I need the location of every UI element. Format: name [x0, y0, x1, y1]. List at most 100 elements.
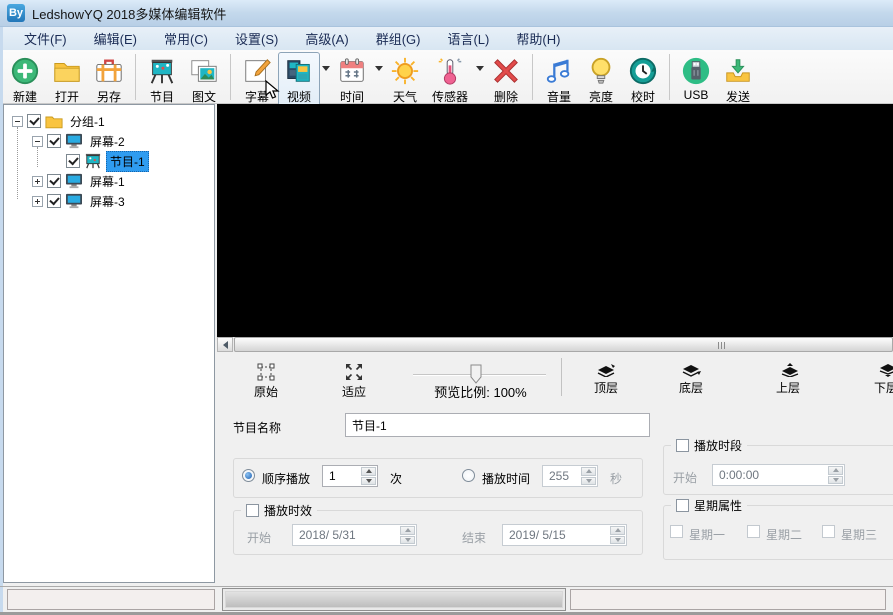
tree-item-label[interactable]: 屏幕-2 [87, 132, 128, 151]
menu-advanced[interactable]: 高级(A) [299, 27, 354, 50]
weekday-checkbox[interactable] [676, 499, 689, 512]
menu-help[interactable]: 帮助(H) [510, 27, 566, 50]
screen-checkbox[interactable] [47, 194, 61, 208]
screen-checkbox[interactable] [47, 134, 61, 148]
top-layer-button[interactable]: 顶层 [578, 362, 634, 396]
screen-checkbox[interactable] [47, 174, 61, 188]
tree-item-screen3[interactable]: 屏幕-3 [32, 192, 128, 210]
program-name-input[interactable] [345, 413, 650, 437]
led-preview-canvas[interactable] [217, 104, 893, 337]
toolbar-volume-button[interactable]: 音量 [538, 52, 580, 107]
sun-weather-icon [390, 55, 420, 87]
toolbar-weather-button[interactable]: 天气 [384, 52, 426, 107]
layer-stack-icon [595, 362, 617, 377]
new-plus-icon [10, 55, 40, 87]
toolbar-brightness-button[interactable]: 亮度 [580, 52, 622, 107]
spin-up-button [400, 526, 415, 535]
tree-item-program1[interactable]: 节目-1 [66, 152, 149, 170]
scrollbar-grip-icon [718, 342, 725, 349]
tree-item-label[interactable]: 屏幕-1 [87, 172, 128, 191]
send-tray-icon [723, 55, 753, 87]
layer-stack-icon [680, 362, 702, 377]
toolbar-label: 音量 [547, 88, 571, 105]
collapse-icon[interactable] [32, 136, 43, 147]
fit-screen-label: 适应 [342, 383, 366, 400]
validity-start-date-spinner: 2018/ 5/31 [292, 524, 417, 546]
spin-down-button[interactable] [361, 477, 376, 486]
monday-checkbox [670, 525, 683, 538]
menu-settings[interactable]: 设置(S) [229, 27, 284, 50]
toolbar-imagetext-button[interactable]: 图文 [183, 52, 225, 107]
period-checkbox[interactable] [676, 439, 689, 452]
toolbar-time-button[interactable]: 时间 [331, 52, 373, 107]
tree-item-label[interactable]: 分组-1 [67, 112, 108, 131]
validity-title: 播放时效 [264, 502, 312, 519]
toolbar-usb-button[interactable]: USB [675, 52, 717, 104]
monitor-icon [65, 193, 83, 209]
toolbar-video-button[interactable]: 视频 [278, 52, 320, 107]
toolbar-saveas-button[interactable]: 另存 [88, 52, 130, 107]
menu-group[interactable]: 群组(G) [370, 27, 427, 50]
validity-checkbox[interactable] [246, 504, 259, 517]
window-title: LedshowYQ 2018多媒体编辑软件 [32, 4, 226, 23]
toolbar-label: 打开 [55, 88, 79, 105]
program-checkbox[interactable] [66, 154, 80, 168]
control-divider [561, 358, 562, 396]
toolbar-send-button[interactable]: 发送 [717, 52, 759, 107]
group-checkbox[interactable] [27, 114, 41, 128]
toolbar-program-button[interactable]: 节目 [141, 52, 183, 107]
tree-item-screen2[interactable]: 屏幕-2 [32, 132, 128, 150]
sequence-count-value: 1 [329, 469, 336, 483]
bulb-icon [586, 55, 616, 87]
scroll-left-button[interactable] [217, 337, 233, 352]
toolbar-open-button[interactable]: 打开 [46, 52, 88, 107]
image-text-icon [189, 55, 219, 87]
preview-horizontal-scrollbar[interactable] [217, 337, 893, 352]
video-dropdown-arrow-icon[interactable] [322, 66, 330, 75]
usb-icon [681, 55, 711, 87]
play-time-radio[interactable] [462, 469, 475, 482]
menu-edit[interactable]: 编辑(E) [88, 27, 143, 50]
tree-item-group[interactable]: 分组-1 [12, 112, 108, 130]
fit-expand-icon [345, 363, 363, 381]
screen-tree-panel: 分组-1 屏幕-2 节目-1 屏幕-1 屏幕-3 [3, 104, 215, 583]
tree-item-label-selected[interactable]: 节目-1 [106, 151, 149, 172]
lower-layer-button[interactable]: 下层 [858, 362, 893, 396]
wednesday-label: 星期三 [841, 526, 877, 543]
toolbar-label: 新建 [13, 88, 37, 105]
sequence-count-spinner[interactable]: 1 [322, 465, 378, 487]
toolbar-label: 图文 [192, 88, 216, 105]
statusbar-divider [0, 586, 893, 587]
upper-layer-button[interactable]: 上层 [760, 362, 816, 396]
tree-connector [17, 127, 18, 199]
toolbar-new-button[interactable]: 新建 [4, 52, 46, 107]
menu-language[interactable]: 语言(L) [441, 27, 495, 50]
upper-layer-label: 上层 [776, 379, 800, 396]
toolbar-separator [230, 54, 231, 100]
sensor-dropdown-arrow-icon[interactable] [476, 66, 484, 75]
tree-item-screen1[interactable]: 屏幕-1 [32, 172, 128, 190]
expand-icon[interactable] [32, 176, 43, 187]
collapse-icon[interactable] [12, 116, 23, 127]
period-start-label: 开始 [673, 469, 697, 486]
menu-common[interactable]: 常用(C) [158, 27, 214, 50]
menu-file[interactable]: 文件(F) [18, 27, 73, 50]
toolbar-timing-button[interactable]: 校时 [622, 52, 664, 107]
expand-icon[interactable] [32, 196, 43, 207]
statusbar-right-panel [570, 589, 886, 610]
original-size-button[interactable]: 原始 [238, 363, 294, 400]
toolbar-sensor-button[interactable]: 传感器 [426, 52, 474, 107]
fit-screen-button[interactable]: 适应 [326, 363, 382, 400]
bottom-layer-button[interactable]: 底层 [663, 362, 719, 396]
monitor-icon [65, 133, 83, 149]
scrollbar-thumb[interactable] [234, 337, 893, 352]
sequence-play-radio[interactable] [242, 469, 255, 482]
toolbar-label: USB [684, 88, 709, 102]
spin-up-button[interactable] [361, 467, 376, 476]
time-dropdown-arrow-icon[interactable] [375, 66, 383, 75]
bottom-layer-label: 底层 [679, 379, 703, 396]
toolbar-separator [532, 54, 533, 100]
tree-item-label[interactable]: 屏幕-3 [87, 192, 128, 211]
toolbar-label: 传感器 [432, 88, 468, 105]
toolbar-delete-button[interactable]: 删除 [485, 52, 527, 107]
